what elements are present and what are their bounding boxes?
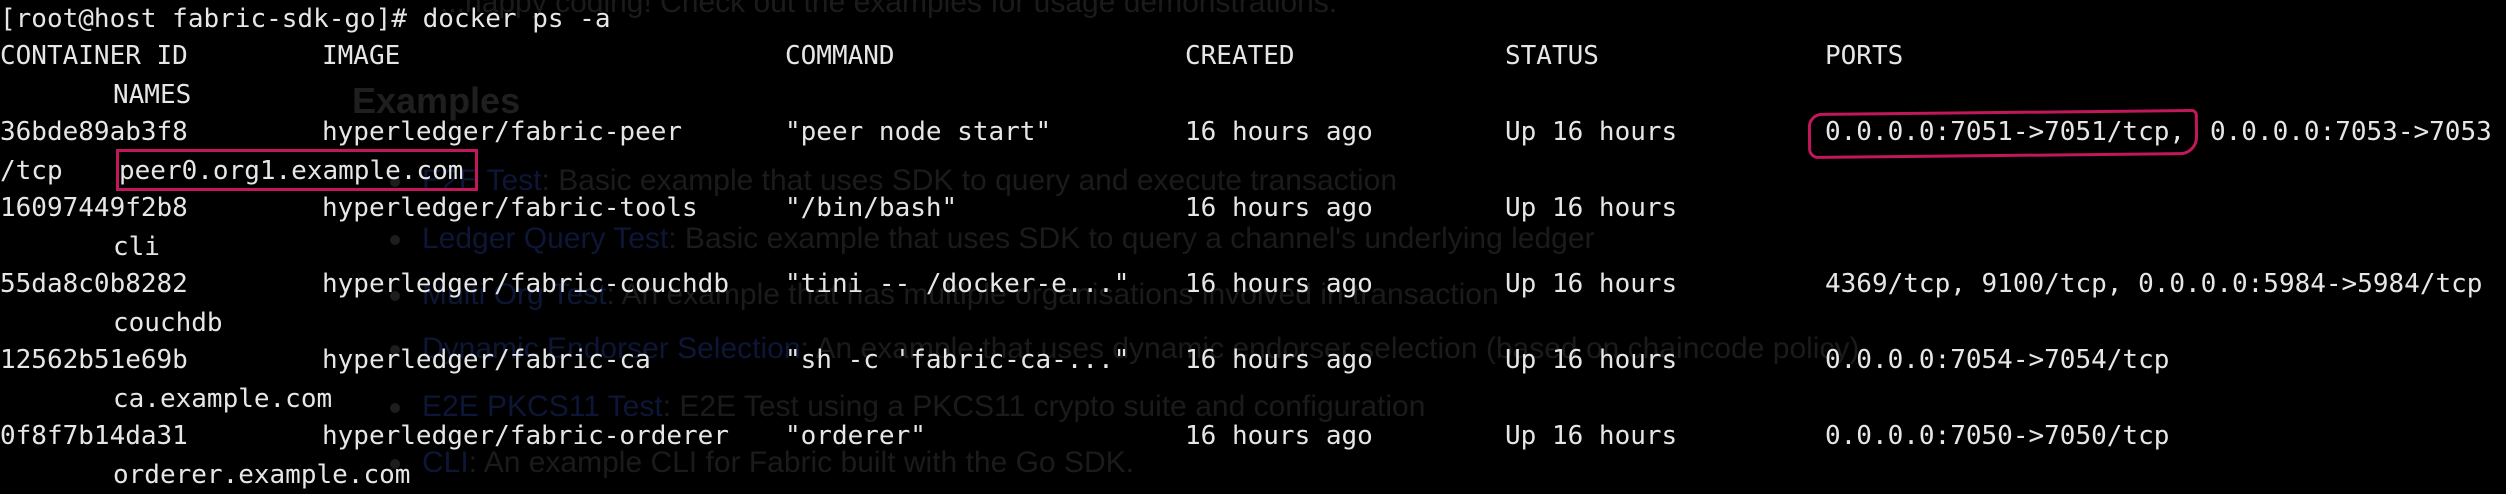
container-command: "/bin/bash"	[785, 193, 958, 223]
container-created: 16 hours ago	[1185, 269, 1373, 299]
background-bullet-ledger-query: Ledger Query Test: Basic example that us…	[390, 222, 1595, 256]
container-created: 16 hours ago	[1185, 193, 1373, 223]
header-names: NAMES	[113, 80, 192, 110]
container-command: "orderer"	[785, 421, 926, 451]
container-status: Up 16 hours	[1505, 345, 1678, 375]
background-bullet-cli: CLI: An example CLI for Fabric built wit…	[390, 446, 1134, 480]
container-image: hyperledger/fabric-orderer	[322, 421, 729, 451]
header-image: IMAGE	[322, 41, 401, 71]
name-highlight-annotation	[116, 149, 478, 191]
container-image: hyperledger/fabric-peer	[322, 117, 683, 147]
container-status: Up 16 hours	[1505, 117, 1678, 147]
container-id: 12562b51e69b	[0, 345, 188, 375]
container-created: 16 hours ago	[1185, 345, 1373, 375]
container-image: hyperledger/fabric-tools	[322, 193, 698, 223]
terminal-window[interactable]: ...happy coding! Check out the examples …	[0, 0, 2506, 494]
container-id: 16097449f2b8	[0, 193, 188, 223]
header-status: STATUS	[1505, 41, 1599, 71]
container-ports-wrap: /tcp	[0, 156, 63, 186]
container-id: 0f8f7b14da31	[0, 421, 188, 451]
container-name: orderer.example.com	[113, 460, 411, 490]
container-ports: 0.0.0.0:7054->7054/tcp	[1825, 345, 2170, 375]
container-command: "peer node start"	[785, 117, 1052, 147]
shell-prompt: [root@host fabric-sdk-go]# docker ps -a	[0, 4, 611, 34]
container-name: couchdb	[113, 308, 223, 338]
header-container-id: CONTAINER ID	[0, 41, 188, 71]
container-status: Up 16 hours	[1505, 269, 1678, 299]
bullet-dot-icon	[390, 235, 400, 246]
background-document: ...happy coding! Check out the examples …	[0, 0, 2506, 494]
header-command: COMMAND	[785, 41, 895, 71]
header-created: CREATED	[1185, 41, 1295, 71]
container-id: 55da8c0b8282	[0, 269, 188, 299]
container-created: 16 hours ago	[1185, 421, 1373, 451]
container-name: ca.example.com	[113, 384, 333, 414]
header-ports: PORTS	[1825, 41, 1904, 71]
container-command: "sh -c 'fabric-ca-..."	[785, 345, 1130, 375]
bullet-dot-icon	[390, 403, 400, 414]
background-link: Ledger Query Test	[422, 222, 669, 255]
container-ports: 4369/tcp, 9100/tcp, 0.0.0.0:5984->5984/t…	[1825, 269, 2483, 299]
container-ports-7053: 0.0.0.0:7053->7053	[2210, 117, 2492, 147]
container-image: hyperledger/fabric-couchdb	[322, 269, 729, 299]
background-bullet-pkcs11: E2E PKCS11 Test: E2E Test using a PKCS11…	[390, 390, 1425, 424]
container-status: Up 16 hours	[1505, 193, 1678, 223]
container-image: hyperledger/fabric-ca	[322, 345, 651, 375]
background-heading: Examples	[352, 80, 521, 121]
background-link: E2E PKCS11 Test	[422, 390, 663, 423]
container-id: 36bde89ab3f8	[0, 117, 188, 147]
container-created: 16 hours ago	[1185, 117, 1373, 147]
container-command: "tini -- /docker-e..."	[785, 269, 1130, 299]
container-name: cli	[113, 232, 160, 262]
ports-highlight-annotation	[1807, 108, 2199, 160]
container-status: Up 16 hours	[1505, 421, 1678, 451]
container-ports: 0.0.0.0:7050->7050/tcp	[1825, 421, 2170, 451]
